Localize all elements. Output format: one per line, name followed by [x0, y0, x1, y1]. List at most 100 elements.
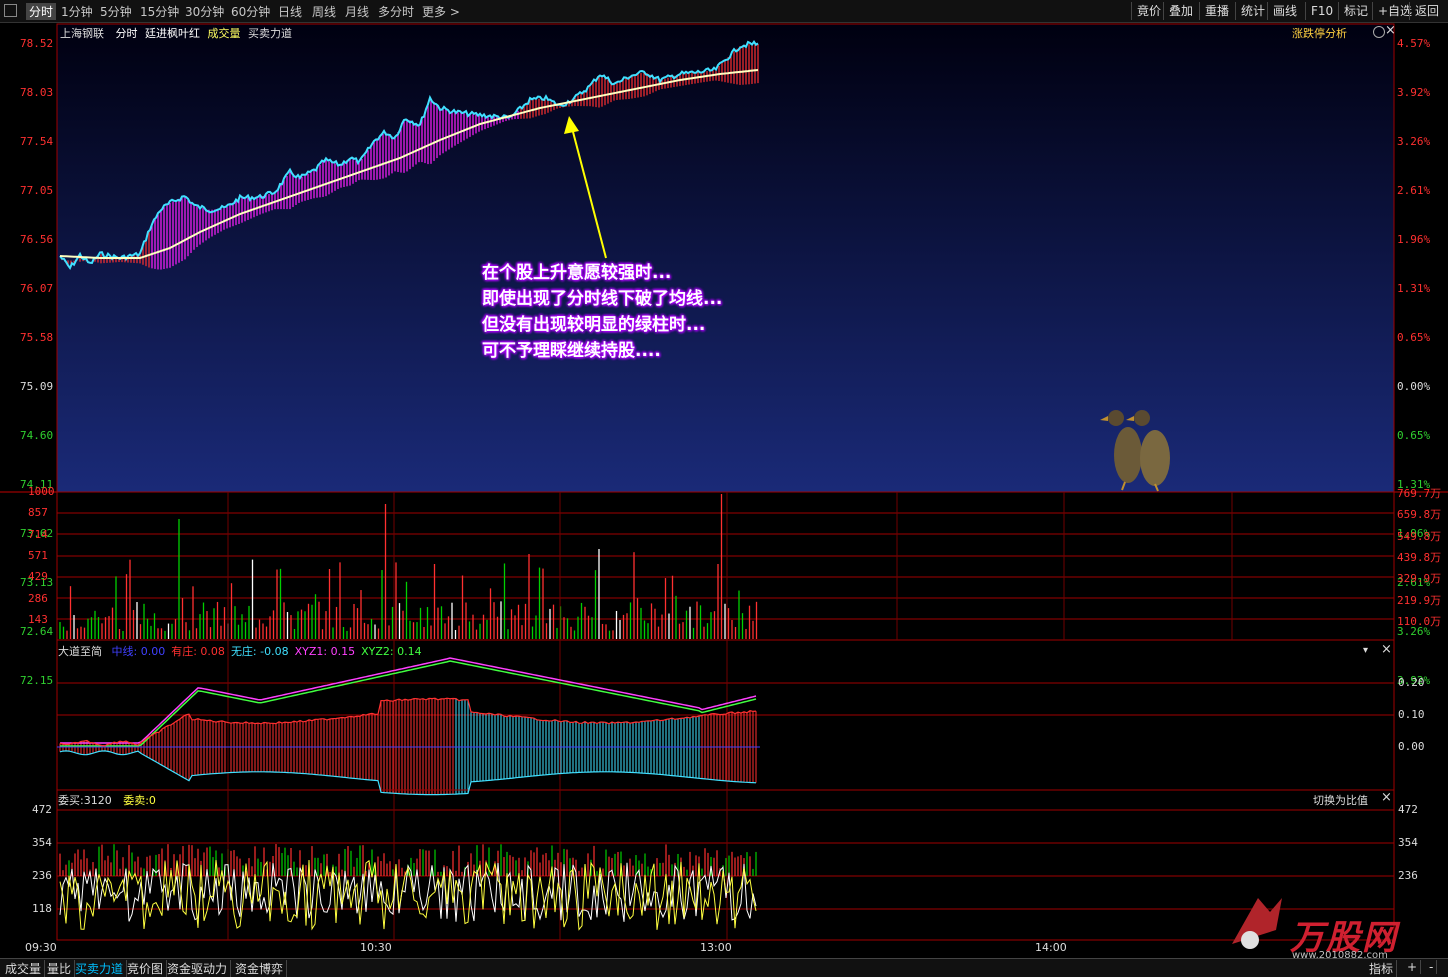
toolbar-button-3[interactable]: 统计 — [1235, 2, 1270, 20]
indicator-legend-label: 中线: — [111, 645, 138, 658]
pct-axis-label: 2.61% — [1397, 184, 1431, 197]
bottom-right-button-0[interactable]: 指标 — [1366, 960, 1398, 977]
price-axis-label: 78.52 — [20, 37, 54, 50]
top-toolbar: 分时 1分钟 5分钟 15分钟 30分钟 60分钟 日线 周线 月线 多分时 更多 > 竟价 叠加 重播… — [0, 0, 1448, 23]
toolbar-button-8[interactable]: 返回 — [1409, 2, 1444, 20]
indicator-legend-value: 0.15 — [327, 645, 356, 658]
price-axis-label: 77.05 — [20, 184, 54, 197]
bottom-right-button-1[interactable]: + — [1404, 960, 1422, 974]
pct-axis-label: 3.26% — [1397, 135, 1431, 148]
bottom-tab-3[interactable]: 竞价图 — [124, 960, 168, 977]
order-axis-label-right: 472 — [1398, 803, 1418, 816]
volume-axis-label-right: 329.9万 — [1397, 572, 1442, 586]
bottom-tab-1[interactable]: 量比 — [44, 960, 76, 977]
pct-axis-label: 4.57% — [1397, 37, 1431, 50]
indicator-axis-label: 0.20 — [1398, 676, 1425, 689]
tab-5[interactable]: 60分钟 — [231, 3, 270, 20]
switch-ratio-button[interactable]: 切换为比值 — [1313, 792, 1368, 808]
bottom-tab-5[interactable]: 资金博弈 — [232, 960, 288, 977]
pct-axis-label: 1.96% — [1397, 233, 1431, 246]
dropdown-arrow-icon[interactable]: ▾ — [1363, 645, 1368, 656]
chart-canvas — [0, 23, 1448, 949]
volume-axis-label-right: 549.8万 — [1397, 529, 1442, 543]
price-pane-bg — [57, 24, 1394, 492]
close-indicator-icon[interactable]: × — [1381, 642, 1392, 657]
pct-axis-label: 3.92% — [1397, 86, 1431, 99]
order-axis-label: 472 — [32, 803, 52, 816]
window-icon[interactable] — [4, 4, 17, 17]
indicator-legend-label: XYZ1: — [294, 645, 328, 658]
volume-axis-label-right: 659.8万 — [1397, 508, 1442, 522]
indicator-legend-label: 无庄: — [230, 645, 257, 658]
tab-3[interactable]: 15分钟 — [140, 3, 179, 20]
price-axis-label: 72.15 — [20, 674, 54, 687]
time-axis-label: 13:00 — [700, 941, 732, 954]
toolbar-button-2[interactable]: 重播 — [1199, 2, 1234, 20]
indicator-legend: 大道至简 中线: 0.00 有庄: 0.08 无庄: -0.08 XYZ1: 0.15… — [58, 643, 422, 659]
tab-1[interactable]: 1分钟 — [61, 3, 93, 20]
order-axis-label: 118 — [32, 902, 52, 915]
price-axis-label: 78.03 — [20, 86, 54, 99]
indicator-name[interactable]: 廷进枫叶红 — [145, 27, 200, 40]
toolbar-button-1[interactable]: 叠加 — [1163, 2, 1198, 20]
buysell-tab[interactable]: 买卖力道 — [248, 27, 292, 40]
indicator-axis-label: 0.00 — [1398, 740, 1425, 753]
switch-ratio-label: 切换为比值 — [1313, 794, 1368, 807]
order-axis-label: 354 — [32, 836, 52, 849]
bottom-tab-bar: 成交量 量比 买卖力道 竞价图 资金驱动力 资金博弈 指标 + - — [0, 958, 1448, 977]
toolbar-button-4[interactable]: 画线 — [1267, 2, 1302, 20]
settings-icon[interactable] — [1373, 26, 1385, 38]
volume-axis-label: 143 — [28, 612, 48, 626]
indicator-legend-label: 有庄: — [171, 645, 197, 658]
stock-name: 上海钢联 — [60, 27, 104, 40]
tab-6[interactable]: 日线 — [278, 3, 302, 20]
toolbar-button-6[interactable]: 标记 — [1338, 2, 1373, 20]
price-header: 上海钢联 分时 廷进枫叶红 成交量 买卖力道 — [60, 25, 292, 41]
volume-tab[interactable]: 成交量 — [208, 27, 241, 40]
pct-axis-label: 0.65% — [1397, 331, 1431, 344]
mode-label[interactable]: 分时 — [116, 27, 138, 40]
pct-axis-label: 0.65% — [1397, 429, 1431, 442]
price-axis-label: 74.60 — [20, 429, 54, 442]
indicator-legend-item: 有庄: 0.08 — [171, 645, 225, 658]
toolbar-button-0[interactable]: 竟价 — [1131, 2, 1166, 20]
indicator-legend-item: 无庄: -0.08 — [231, 645, 289, 658]
volume-axis-label: 714 — [28, 527, 48, 541]
tab-2[interactable]: 5分钟 — [100, 3, 132, 20]
tab-7[interactable]: 周线 — [312, 3, 336, 20]
bottom-tab-4[interactable]: 资金驱动力 — [164, 960, 232, 977]
volume-axis-label: 857 — [28, 506, 48, 520]
tab-8[interactable]: 月线 — [345, 3, 369, 20]
annotation-line: 在个股上升意愿较强时... — [482, 263, 672, 283]
indicator-legend-item: 中线: 0.00 — [112, 645, 166, 658]
tab-0[interactable]: 分时 — [26, 3, 57, 20]
price-axis-label: 72.64 — [20, 625, 54, 638]
limit-analysis-button[interactable]: 涨跌停分析 — [1292, 25, 1347, 41]
price-axis-label: 75.58 — [20, 331, 54, 344]
close-order-icon[interactable]: × — [1381, 790, 1392, 805]
order-axis-label-right: 354 — [1398, 836, 1418, 849]
price-axis-label: 76.07 — [20, 282, 54, 295]
indicator-legend-value: 0.08 — [196, 645, 225, 658]
time-axis-label: 14:00 — [1035, 941, 1067, 954]
close-icon[interactable]: × — [1385, 23, 1396, 38]
toolbar-button-5[interactable]: F10 — [1305, 2, 1338, 20]
volume-axis-label: 571 — [28, 548, 48, 562]
volume-axis-label: 429 — [28, 570, 48, 584]
volume-axis-label-right: 439.8万 — [1397, 550, 1442, 564]
bottom-right-button-2[interactable]: - — [1426, 960, 1438, 974]
volume-axis-label-right: 219.9万 — [1397, 593, 1442, 607]
bottom-tab-2[interactable]: 买卖力道 — [72, 960, 128, 977]
tab-9[interactable]: 多分时 — [378, 3, 414, 20]
price-axis-label: 77.54 — [20, 135, 54, 148]
annotation-text: 在个股上升意愿较强时... 即使出现了分时线下破了均线... 但没有出现较明显的绿柱… — [482, 260, 722, 364]
volume-axis-label: 286 — [28, 591, 48, 605]
annotation-line: 可不予理睬继续持股.... — [482, 341, 661, 361]
bottom-tab-0[interactable]: 成交量 — [2, 960, 46, 977]
tab-4[interactable]: 30分钟 — [185, 3, 224, 20]
indicator-legend-item: XYZ2: 0.14 — [361, 645, 422, 658]
indicator-title[interactable]: 大道至简 — [58, 645, 102, 658]
pct-axis-label: 0.00% — [1397, 380, 1431, 393]
time-axis-label: 09:30 — [25, 941, 57, 954]
tab-10[interactable]: 更多 > — [422, 3, 460, 20]
